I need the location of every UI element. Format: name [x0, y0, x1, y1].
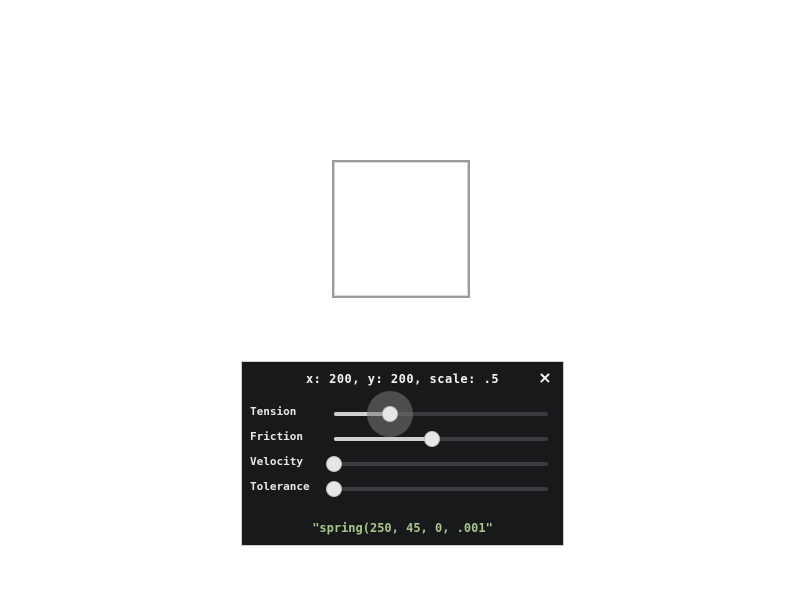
- slider-thumb[interactable]: [327, 482, 341, 496]
- slider-thumb[interactable]: [425, 432, 440, 446]
- panel-header-readout: x: 200, y: 200, scale: .5: [305, 372, 500, 386]
- slider-thumb[interactable]: [327, 457, 341, 471]
- tolerance-slider[interactable]: [327, 482, 548, 496]
- slider-row-tolerance: Tolerance: [250, 479, 550, 497]
- slider-row-friction: Friction: [250, 429, 550, 447]
- slider-label: Tolerance: [250, 480, 310, 493]
- slider-label: Velocity: [250, 455, 303, 468]
- slider-row-velocity: Velocity: [250, 454, 550, 472]
- spring-controls-panel: x: 200, y: 200, scale: .5 × Tension Fric…: [241, 361, 564, 546]
- slider-label: Tension: [250, 405, 297, 418]
- tension-slider[interactable]: [334, 391, 548, 437]
- slider-row-tension: Tension: [250, 391, 550, 437]
- close-icon[interactable]: ×: [537, 370, 553, 386]
- spring-output-text: "spring(250, 45, 0, .001": [312, 521, 493, 535]
- velocity-slider[interactable]: [327, 457, 548, 471]
- slider-label: Friction: [250, 430, 303, 443]
- slider-fill: [334, 437, 433, 441]
- friction-slider[interactable]: [334, 432, 548, 446]
- slider-thumb[interactable]: [382, 407, 397, 421]
- animated-box: [332, 160, 470, 298]
- stage: x: 200, y: 200, scale: .5 × Tension Fric…: [0, 0, 800, 600]
